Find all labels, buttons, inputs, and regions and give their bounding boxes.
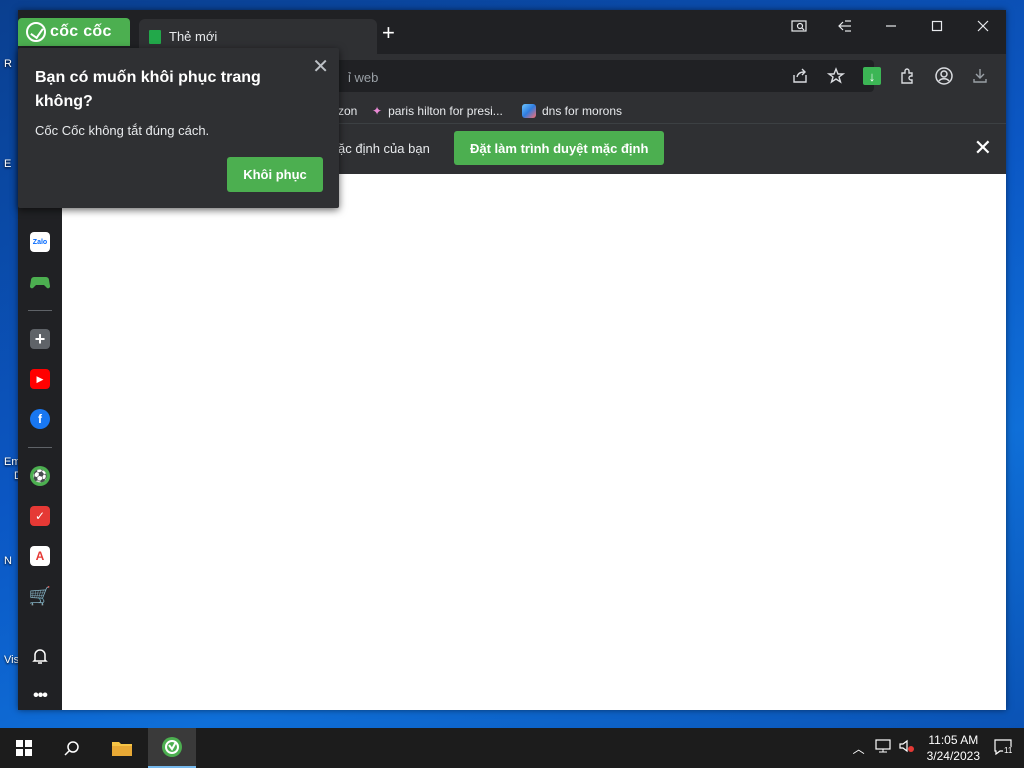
desktop-icon-label[interactable]: N (4, 555, 12, 567)
bookmark-item[interactable]: dns for morons (522, 104, 622, 118)
infobar-text: ặc định của bạn (338, 141, 430, 156)
popup-title: Bạn có muốn khôi phục trang không? (35, 69, 261, 110)
desktop-icon-label[interactable]: R (4, 58, 12, 70)
bookmark-item[interactable]: zon (338, 104, 357, 118)
download-green-icon[interactable]: ↓ (856, 60, 888, 92)
bookmark-favicon-icon (522, 104, 536, 118)
set-default-browser-button[interactable]: Đặt làm trình duyệt mặc định (454, 131, 665, 165)
chevron-up-icon[interactable]: ︿ (853, 740, 865, 757)
brand-text: cốc cốc (50, 23, 112, 40)
file-explorer-icon[interactable] (98, 728, 146, 768)
page-content[interactable] (62, 174, 1006, 710)
popup-close-icon[interactable]: ✕ (312, 54, 329, 79)
search-tabs-icon[interactable] (776, 10, 822, 42)
clock[interactable]: 11:05 AM 3/24/2023 (927, 732, 980, 764)
popup-message: Cốc Cốc không tắt đúng cách. (35, 123, 210, 138)
add-shortcut-icon[interactable]: + (30, 329, 50, 349)
facebook-icon[interactable]: f (30, 409, 50, 429)
dictionary-icon[interactable]: A (30, 546, 50, 566)
taskbar: ︿ 11:05 AM 3/24/2023 11 (0, 728, 1024, 768)
share-icon[interactable] (784, 60, 816, 92)
new-tab-button[interactable]: + (382, 22, 395, 44)
search-icon[interactable] (48, 728, 96, 768)
bookmark-item[interactable]: ✦ paris hilton for presi... (372, 104, 503, 118)
coccoc-taskbar-icon[interactable] (148, 728, 196, 768)
notifications-icon[interactable]: 11 (994, 739, 1014, 757)
restore-button[interactable]: Khôi phục (227, 157, 323, 192)
bookmark-label: zon (338, 104, 358, 118)
coccoc-menu-button[interactable]: cốc cốc (18, 18, 130, 46)
extensions-icon[interactable] (892, 60, 924, 92)
coccoc-logo-icon (26, 22, 46, 42)
sidebar-divider (28, 310, 52, 311)
tab-favicon-icon (149, 29, 161, 44)
youtube-icon[interactable]: ▶ (30, 369, 50, 389)
minimize-button[interactable] (868, 10, 914, 42)
maximize-button[interactable] (914, 10, 960, 42)
start-button[interactable] (0, 728, 48, 768)
sparkle-icon: ✦ (372, 104, 383, 118)
bell-icon[interactable] (30, 646, 50, 666)
sidebar: Zalo + ▶ f ⚽ ✓ A 🛒 ••• (18, 174, 62, 710)
network-icon[interactable] (875, 738, 891, 758)
shopping-cart-icon[interactable]: 🛒 (29, 586, 51, 606)
toolbar-actions: ↓ (784, 60, 996, 92)
bookmark-label: paris hilton for presi... (388, 104, 503, 118)
desktop-icon-label[interactable]: E (4, 158, 11, 170)
clock-date: 3/24/2023 (926, 749, 980, 763)
bookmark-star-icon[interactable] (820, 60, 852, 92)
restore-session-popup: Bạn có muốn khôi phục trang không? ✕ Cốc… (18, 48, 339, 208)
close-window-button[interactable] (960, 10, 1006, 42)
tasks-check-icon[interactable]: ✓ (30, 506, 50, 526)
volume-muted-icon[interactable] (899, 739, 915, 758)
tab-title: Thẻ mới (169, 29, 218, 44)
desktop-icon-label[interactable]: Vis (4, 654, 19, 666)
address-bar-placeholder: ỉ web (348, 70, 379, 85)
more-options-icon[interactable]: ••• (30, 686, 50, 706)
system-tray: ︿ 11:05 AM 3/24/2023 11 (847, 728, 1024, 768)
sidebar-toggle-icon[interactable] (822, 10, 868, 42)
bookmark-label: dns for morons (542, 104, 623, 118)
downloads-icon[interactable] (964, 60, 996, 92)
game-controller-icon[interactable] (30, 272, 50, 292)
infobar-close-icon[interactable]: ✕ (974, 135, 992, 161)
window-controls (776, 10, 1006, 42)
zalo-icon[interactable]: Zalo (30, 232, 50, 252)
soccer-ball-icon[interactable]: ⚽ (30, 466, 50, 486)
notification-count-badge: 11 (1003, 746, 1014, 755)
clock-time: 11:05 AM (928, 733, 979, 747)
profile-icon[interactable] (928, 60, 960, 92)
sidebar-divider (28, 447, 52, 448)
